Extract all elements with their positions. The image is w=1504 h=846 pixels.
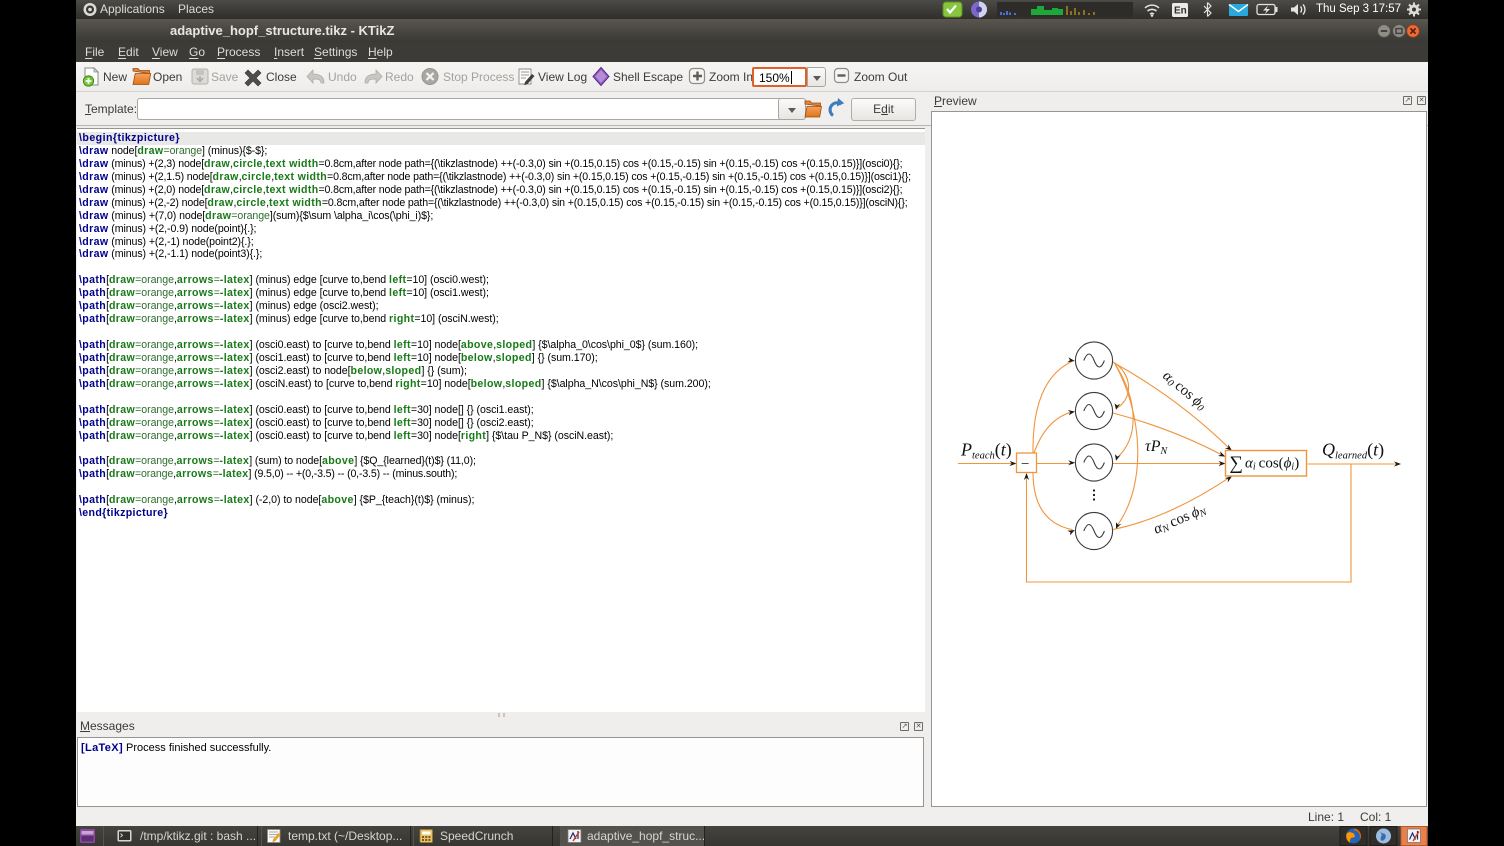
svg-text:Qlearned(t): Qlearned(t): [1322, 440, 1384, 462]
svg-text:−: −: [1021, 457, 1029, 473]
svg-text:α0 cos ϕ0: α0 cos ϕ0: [1159, 368, 1209, 414]
svg-text:τPN: τPN: [1145, 438, 1169, 457]
svg-text:∑: ∑: [1230, 453, 1244, 474]
svg-text:Pteach(t): Pteach(t): [960, 440, 1012, 462]
svg-text:αN cos ϕN: αN cos ϕN: [1151, 501, 1209, 539]
svg-text:En: En: [1174, 6, 1187, 17]
